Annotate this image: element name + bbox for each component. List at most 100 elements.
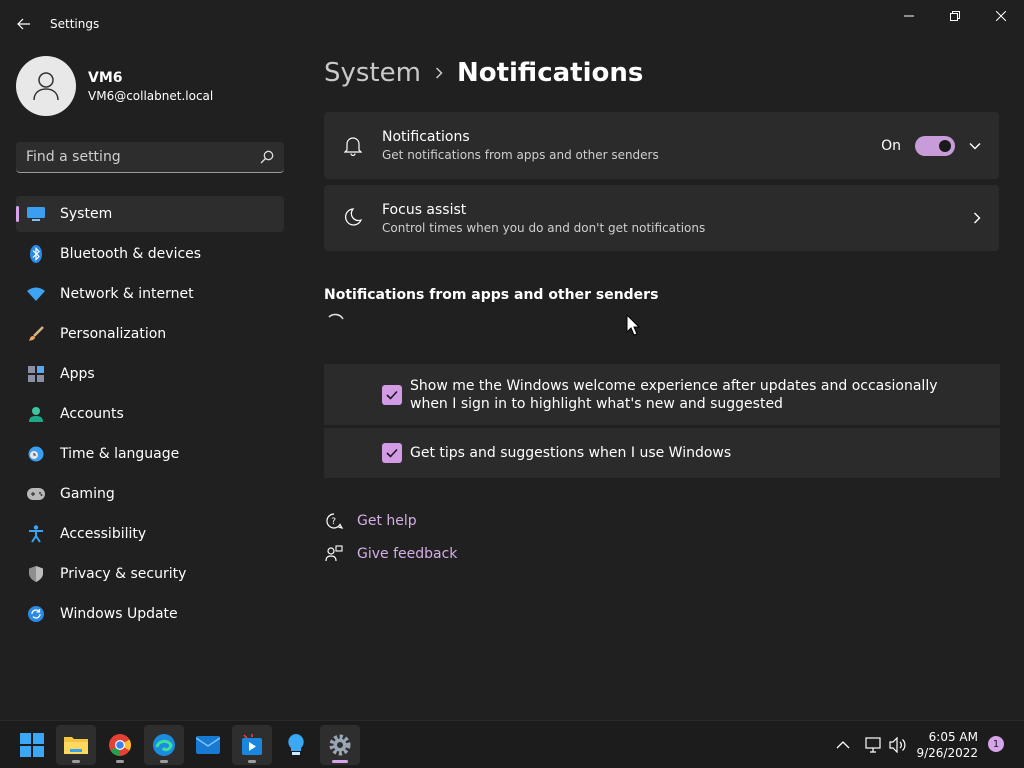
running-indicator bbox=[116, 760, 124, 763]
accessibility-icon bbox=[26, 524, 46, 544]
volume-tray-icon[interactable] bbox=[889, 721, 907, 768]
notifications-toggle[interactable] bbox=[915, 135, 955, 156]
get-help-label: Get help bbox=[357, 513, 417, 529]
sidebar-item-system[interactable]: System bbox=[16, 196, 284, 232]
profile-email: VM6@collabnet.local bbox=[88, 88, 214, 103]
network-tray-icon[interactable] bbox=[864, 721, 882, 768]
chevron-right-icon bbox=[435, 67, 443, 79]
volume-icon bbox=[889, 737, 906, 753]
shield-icon bbox=[26, 564, 46, 584]
wifi-icon bbox=[26, 284, 46, 304]
checkmark-icon bbox=[386, 448, 398, 458]
sidebar-item-time-language[interactable]: Time & language bbox=[16, 436, 284, 472]
notifications-subtitle: Get notifications from apps and other se… bbox=[382, 148, 659, 162]
moon-icon bbox=[345, 208, 362, 226]
bell-icon bbox=[344, 136, 362, 156]
window-controls bbox=[886, 0, 1024, 32]
sidebar-item-personalization[interactable]: Personalization bbox=[16, 316, 284, 352]
welcome-experience-label: Show me the Windows welcome experience a… bbox=[410, 377, 938, 412]
sidebar-item-label: System bbox=[60, 206, 113, 222]
avatar bbox=[16, 56, 76, 116]
get-help-link[interactable]: ? Get help bbox=[324, 511, 417, 531]
title-bar: Settings bbox=[0, 0, 1024, 48]
sidebar-item-apps[interactable]: Apps bbox=[16, 356, 284, 392]
edge-taskbar[interactable] bbox=[144, 725, 184, 765]
windows-logo-icon bbox=[20, 733, 44, 757]
active-indicator bbox=[332, 760, 348, 763]
focus-assist-card[interactable]: Focus assist Control times when you do a… bbox=[324, 185, 999, 251]
folder-icon bbox=[64, 737, 88, 754]
sidebar-item-label: Network & internet bbox=[60, 286, 194, 302]
show-hidden-icons-button[interactable] bbox=[836, 721, 850, 768]
file-explorer-taskbar[interactable] bbox=[56, 725, 96, 765]
user-profile[interactable]: VM6 VM6@collabnet.local bbox=[16, 56, 213, 116]
section-heading: Notifications from apps and other sender… bbox=[324, 287, 659, 303]
sidebar-item-label: Bluetooth & devices bbox=[60, 246, 202, 262]
monitor-icon bbox=[26, 204, 46, 224]
settings-taskbar[interactable] bbox=[320, 725, 360, 765]
chrome-taskbar[interactable] bbox=[100, 725, 140, 765]
breadcrumb-parent[interactable]: System bbox=[324, 58, 421, 88]
notifications-card[interactable]: Notifications Get notifications from app… bbox=[324, 112, 999, 179]
chevron-up-icon bbox=[836, 741, 850, 749]
page-title: Notifications bbox=[456, 58, 644, 88]
welcome-experience-row: Show me the Windows welcome experience a… bbox=[324, 364, 1000, 425]
notification-count-badge[interactable]: 1 bbox=[988, 736, 1004, 752]
search-icon[interactable] bbox=[260, 150, 274, 164]
running-indicator bbox=[72, 760, 80, 763]
sidebar-item-accessibility[interactable]: Accessibility bbox=[16, 516, 284, 552]
brush-icon bbox=[26, 324, 46, 344]
give-feedback-label: Give feedback bbox=[357, 546, 458, 562]
chevron-down-icon[interactable] bbox=[969, 142, 981, 150]
close-icon bbox=[996, 11, 1006, 21]
sidebar-item-windows-update[interactable]: Windows Update bbox=[16, 596, 284, 632]
back-button[interactable] bbox=[10, 12, 38, 36]
mail-taskbar[interactable] bbox=[188, 725, 228, 765]
clock-date: 9/26/2022 bbox=[916, 746, 978, 760]
account-icon bbox=[26, 404, 46, 424]
sidebar-item-label: Privacy & security bbox=[60, 566, 187, 582]
minimize-button[interactable] bbox=[886, 0, 932, 32]
start-button[interactable] bbox=[12, 725, 52, 765]
gamepad-icon bbox=[26, 484, 46, 504]
close-button[interactable] bbox=[978, 0, 1024, 32]
toggle-state-label: On bbox=[881, 137, 901, 154]
sidebar-item-privacy-security[interactable]: Privacy & security bbox=[16, 556, 284, 592]
person-icon bbox=[33, 72, 59, 101]
tips-suggestions-label: Get tips and suggestions when I use Wind… bbox=[410, 445, 732, 461]
app-title: Settings bbox=[50, 17, 100, 31]
help-chat-icon: ? bbox=[324, 511, 344, 531]
bluetooth-icon bbox=[26, 244, 46, 264]
edge-icon bbox=[153, 734, 175, 756]
update-icon bbox=[26, 604, 46, 624]
welcome-experience-checkbox[interactable] bbox=[382, 384, 402, 405]
back-arrow-icon bbox=[17, 18, 30, 30]
running-indicator bbox=[248, 760, 256, 763]
mail-icon bbox=[196, 736, 220, 754]
sidebar-item-label: Time & language bbox=[60, 446, 180, 462]
checkmark-icon bbox=[386, 390, 398, 400]
mouse-cursor-icon bbox=[626, 314, 640, 336]
sidebar-item-accounts[interactable]: Accounts bbox=[16, 396, 284, 432]
sidebar-item-gaming[interactable]: Gaming bbox=[16, 476, 284, 512]
media-play-icon bbox=[242, 734, 262, 755]
restore-icon bbox=[950, 11, 960, 21]
gear-icon bbox=[329, 734, 351, 756]
clock[interactable]: 6:05 AM 9/26/2022 bbox=[912, 729, 978, 761]
apps-icon bbox=[26, 364, 46, 384]
taskbar: 6:05 AM 9/26/2022 bbox=[0, 720, 1024, 768]
chevron-right-icon bbox=[974, 212, 981, 224]
tips-taskbar[interactable] bbox=[276, 725, 316, 765]
profile-name: VM6 bbox=[88, 69, 123, 86]
sidebar-item-network[interactable]: Network & internet bbox=[16, 276, 284, 312]
sidebar-item-bluetooth[interactable]: Bluetooth & devices bbox=[16, 236, 284, 272]
tips-suggestions-checkbox[interactable] bbox=[382, 443, 402, 463]
loading-spinner-icon bbox=[328, 313, 344, 320]
search-input[interactable] bbox=[26, 149, 260, 165]
sidebar-item-label: Apps bbox=[60, 366, 95, 382]
give-feedback-link[interactable]: Give feedback bbox=[324, 544, 457, 564]
toggle-knob bbox=[939, 139, 951, 152]
media-player-taskbar[interactable] bbox=[232, 725, 272, 765]
restore-button[interactable] bbox=[932, 0, 978, 32]
sidebar-nav: System Bluetooth & devices Network & int… bbox=[16, 196, 284, 636]
